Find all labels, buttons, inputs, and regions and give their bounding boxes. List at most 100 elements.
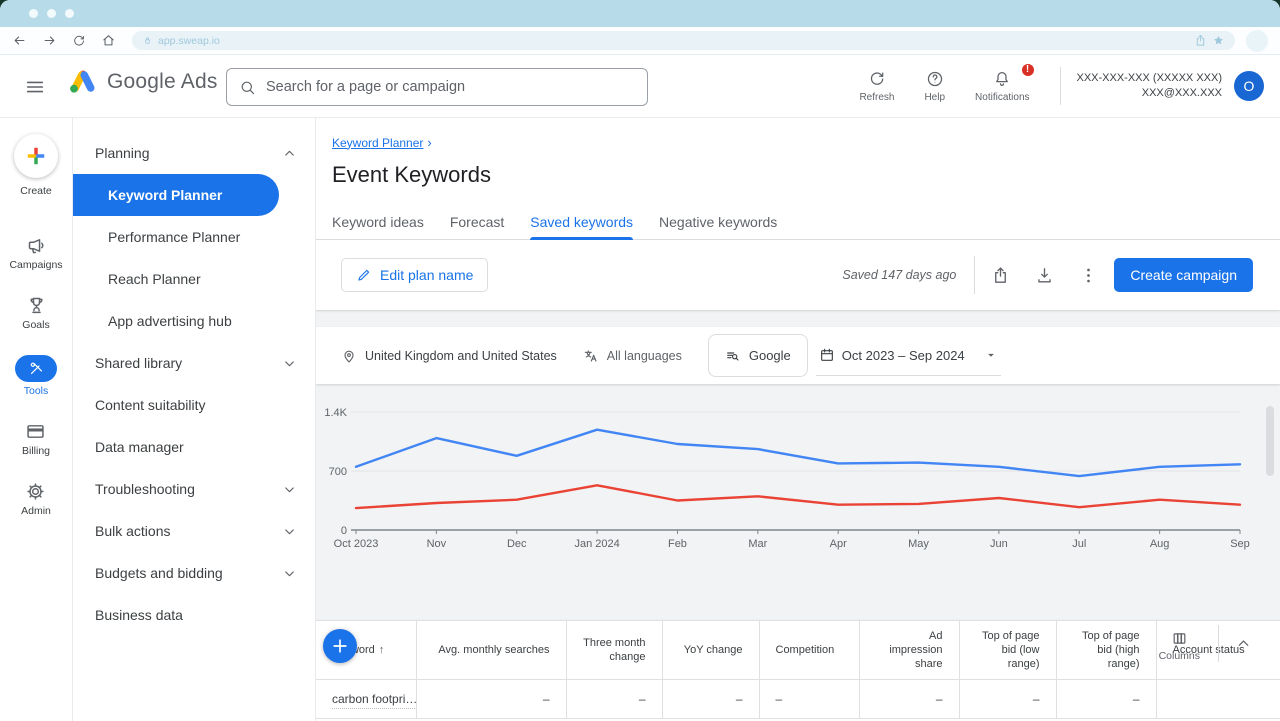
google-ads-logo — [68, 68, 98, 95]
browser-profile-avatar[interactable] — [1246, 30, 1268, 52]
rail-item-create[interactable]: Create — [14, 134, 58, 197]
tab-saved-keywords[interactable]: Saved keywords — [530, 204, 633, 239]
nav-item-data-manager[interactable]: Data manager — [73, 426, 315, 468]
svg-text:Aug: Aug — [1150, 538, 1170, 550]
share-icon[interactable] — [1194, 34, 1207, 47]
admin-icon — [25, 481, 46, 502]
close-button[interactable] — [29, 9, 38, 18]
share-plan-icon[interactable] — [991, 266, 1010, 285]
tab-forecast[interactable]: Forecast — [450, 204, 504, 239]
minimize-button[interactable] — [47, 9, 56, 18]
bookmark-star-icon[interactable] — [1212, 34, 1225, 47]
location-pin-icon — [341, 348, 357, 364]
breadcrumb: Keyword Planner — [332, 135, 432, 150]
breadcrumb-chevron-icon — [427, 135, 431, 150]
refresh-icon — [868, 70, 886, 88]
campaigns-icon — [26, 235, 47, 256]
google-ads-app: Google Ads Refresh Help ! Notificati — [0, 55, 1280, 721]
metric-cell: – — [859, 680, 959, 719]
metric-cell: – — [759, 680, 859, 719]
search-network-icon — [725, 348, 741, 364]
column-header-avg-monthly-searches[interactable]: Avg. monthly searches — [416, 621, 566, 680]
nav-item-planning[interactable]: Planning — [73, 132, 315, 174]
nav-item-performance-planner[interactable]: Performance Planner — [73, 216, 315, 258]
columns-button[interactable]: Columns — [1141, 626, 1218, 662]
svg-text:May: May — [908, 538, 929, 550]
chevron-down-icon — [282, 356, 297, 371]
chart-line-monthly-searches-blue — [356, 430, 1240, 476]
svg-text:700: 700 — [329, 466, 347, 478]
chart-line-monthly-searches-red — [356, 485, 1240, 508]
add-keywords-button[interactable] — [323, 629, 357, 663]
column-header-competition[interactable]: Competition — [759, 621, 859, 680]
nav-item-business-data[interactable]: Business data — [73, 594, 315, 636]
nav-item-troubleshooting[interactable]: Troubleshooting — [73, 468, 315, 510]
rail-item-campaigns[interactable]: Campaigns — [9, 235, 62, 271]
create-plus-icon — [14, 134, 58, 178]
tab-negative-keywords[interactable]: Negative keywords — [659, 204, 777, 239]
column-header-top-of-page-bid-low-range-[interactable]: Top of page bid (low range) — [959, 621, 1056, 680]
rail-item-goals[interactable]: Goals — [22, 295, 49, 331]
svg-text:Jun: Jun — [990, 538, 1008, 550]
address-bar[interactable]: app.sweap.io — [132, 31, 1235, 50]
nav-item-shared-library[interactable]: Shared library — [73, 342, 315, 384]
keyword-cell[interactable]: carbon footpri… — [332, 692, 416, 709]
plus-icon — [330, 636, 350, 656]
account-info[interactable]: XXX-XXX-XXX (XXXXX XXX) XXX@XXX.XXX — [1077, 71, 1223, 101]
columns-icon — [1171, 630, 1188, 647]
edit-plan-name-button[interactable]: Edit plan name — [341, 258, 488, 292]
tab-keyword-ideas[interactable]: Keyword ideas — [332, 204, 424, 239]
header-divider — [1060, 67, 1061, 105]
nav-item-content-suitability[interactable]: Content suitability — [73, 384, 315, 426]
svg-text:Feb: Feb — [668, 538, 687, 550]
column-header-three-month-change[interactable]: Three month change — [566, 621, 662, 680]
page-scrollbar[interactable] — [1266, 406, 1274, 476]
rail-item-tools[interactable]: Tools — [15, 355, 57, 397]
brand: Google Ads — [68, 68, 218, 95]
search-input[interactable] — [266, 79, 635, 95]
more-options-icon[interactable] — [1079, 266, 1098, 285]
svg-text:Apr: Apr — [830, 538, 847, 550]
nav-item-app-advertising-hub[interactable]: App advertising hub — [73, 300, 315, 342]
create-campaign-button[interactable]: Create campaign — [1114, 258, 1253, 292]
tab-bar: Keyword ideas Forecast Saved keywords Negat… — [316, 204, 1280, 240]
global-search[interactable] — [226, 68, 648, 106]
breadcrumb-link[interactable]: Keyword Planner — [332, 136, 423, 150]
column-header-ad-impression-share[interactable]: Ad impression share — [859, 621, 959, 680]
trend-chart: 07001.4KOct 2023NovDecJan 2024FebMarAprM… — [316, 384, 1280, 570]
rail-item-admin[interactable]: Admin — [21, 481, 51, 517]
menu-icon[interactable] — [24, 76, 46, 98]
translate-icon — [583, 348, 599, 364]
forward-icon[interactable] — [42, 33, 57, 48]
notifications-button[interactable]: ! Notifications — [975, 70, 1029, 103]
nav-item-keyword-planner[interactable]: Keyword Planner — [73, 174, 279, 216]
zoom-button[interactable] — [65, 9, 74, 18]
languages-filter[interactable]: All languages — [583, 348, 682, 364]
svg-text:0: 0 — [341, 525, 347, 537]
sort-ascending-icon: ↑ — [379, 644, 385, 656]
browser-window: app.sweap.io Google Ads — [0, 0, 1280, 721]
account-avatar[interactable]: O — [1234, 71, 1264, 101]
network-filter[interactable]: Google — [708, 334, 808, 377]
refresh-button[interactable]: Refresh — [859, 70, 894, 103]
svg-text:Nov: Nov — [427, 538, 447, 550]
help-button[interactable]: Help — [924, 70, 945, 103]
nav-item-reach-planner[interactable]: Reach Planner — [73, 258, 315, 300]
locations-filter[interactable]: United Kingdom and United States — [341, 348, 557, 364]
column-header-yoy-change[interactable]: YoY change — [662, 621, 759, 680]
back-icon[interactable] — [12, 33, 27, 48]
reload-icon[interactable] — [72, 34, 86, 48]
rail-item-billing[interactable]: Billing — [22, 421, 50, 457]
nav-item-bulk-actions[interactable]: Bulk actions — [73, 510, 315, 552]
date-range-select[interactable]: Oct 2023 – Sep 2024 — [816, 335, 1001, 376]
collapse-chart-button[interactable] — [1219, 635, 1268, 652]
svg-text:Dec: Dec — [507, 538, 527, 550]
metric-cell: – — [959, 680, 1056, 719]
calendar-icon — [819, 347, 835, 363]
svg-text:Mar: Mar — [748, 538, 767, 550]
metric-cell: – — [662, 680, 759, 719]
home-icon[interactable] — [101, 33, 116, 48]
metric-cell: – — [566, 680, 662, 719]
nav-item-budgets-and-bidding[interactable]: Budgets and bidding — [73, 552, 315, 594]
download-icon[interactable] — [1035, 266, 1054, 285]
